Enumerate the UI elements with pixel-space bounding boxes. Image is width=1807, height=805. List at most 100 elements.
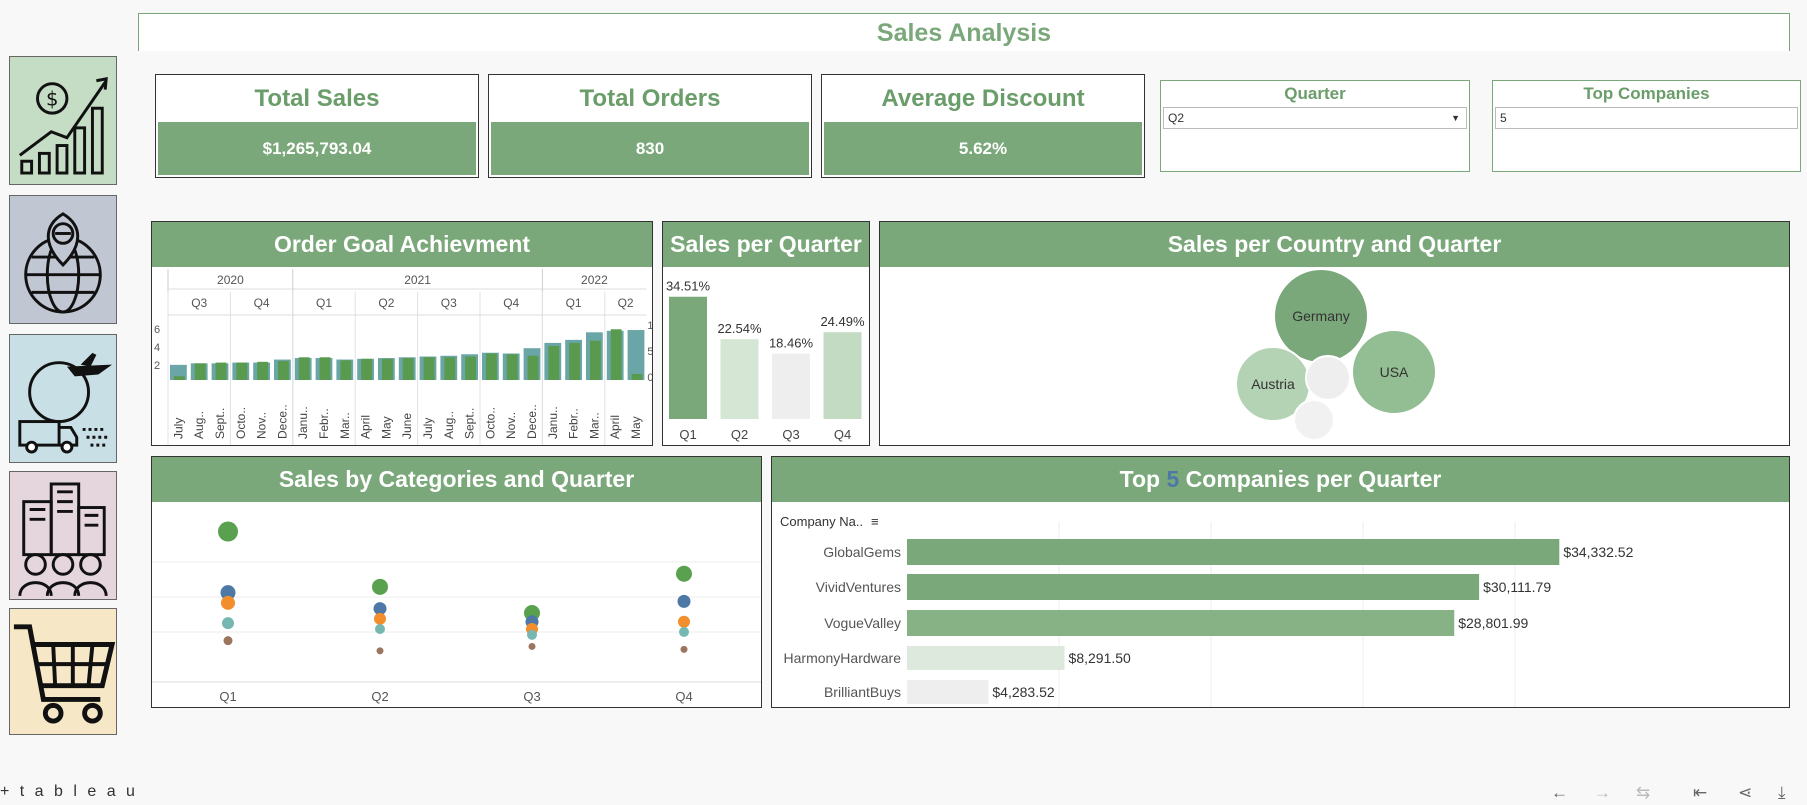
nav-shipping-button[interactable] (9, 334, 117, 463)
category-axis-label: Q2 (371, 689, 388, 704)
nav-country-button[interactable] (9, 195, 117, 324)
y-tick-label: 1 (647, 320, 652, 332)
goal-bar (627, 330, 645, 380)
orders-bar (215, 362, 227, 380)
kpi-total-sales-label: Total Sales (254, 85, 380, 112)
kpi-total-orders-label: Total Orders (579, 85, 721, 112)
sales-categories-chart: Q1 Q2 Q3 Q4 (152, 521, 761, 704)
top-companies-chart: Company Na.. ≡ GlobalGems $34,332.52 VividVe… (780, 514, 1634, 707)
category-axis-label: Q4 (675, 689, 692, 704)
order-goal-title: Order Goal Achievment (152, 222, 652, 267)
company-bar (907, 610, 1455, 636)
y-tick-label: 2 (154, 360, 160, 372)
sales-country-panel: Sales per Country and Quarter Germany USA… (879, 221, 1790, 446)
month-label: June (400, 413, 414, 439)
month-label: April (359, 415, 373, 439)
nav-sales-button[interactable]: $ (9, 56, 117, 185)
orders-bar (610, 329, 622, 380)
month-label: May (379, 416, 393, 439)
category-dot (218, 521, 238, 542)
revert-icon[interactable]: ⇆ (1636, 783, 1650, 803)
month-label: May (629, 416, 643, 439)
orders-bar (569, 342, 580, 380)
nav-companies-button[interactable] (9, 471, 117, 600)
quarter-bar (772, 353, 810, 419)
category-dot (678, 615, 690, 628)
orders-bar (257, 361, 268, 380)
y-tick-label: 0 (647, 372, 652, 384)
redo-icon[interactable]: → (1594, 783, 1611, 803)
tableau-toolbar: + t a b l e a u ← → ⇆ ⇤ ⋖ ⤓ (0, 780, 1807, 805)
quarter-bar (669, 296, 707, 419)
month-label: April (608, 415, 622, 439)
sales-quarter-title: Sales per Quarter (663, 222, 869, 267)
month-label: Mar.. (338, 412, 352, 439)
month-label: Dece.. (525, 404, 539, 439)
company-value-label: $4,283.52 (992, 684, 1054, 700)
category-dot (223, 636, 233, 646)
quarter-label: Q1 (316, 296, 332, 310)
top-companies-filter: Top Companies 5 (1492, 80, 1801, 172)
orders-bar (174, 376, 185, 380)
y-tick-label: 4 (154, 342, 160, 354)
top-companies-title-prefix: Top (1119, 466, 1167, 492)
company-name-label: HarmonyHardware (784, 650, 902, 666)
company-bar (907, 574, 1480, 600)
order-goal-chart: 2020 2021 2022 Q3 Q4 Q1 Q2 Q3 Q4 Q1 Q2 6 4 2 1 5 0 July Au… (154, 269, 652, 445)
country-bubble (1293, 399, 1335, 441)
month-label: Janu.. (296, 406, 310, 439)
sort-icon: ≡ (871, 514, 879, 529)
category-dot (680, 645, 688, 653)
quarter-label: Q3 (441, 296, 457, 310)
quarter-axis-label: Q2 (731, 427, 748, 442)
globe-location-icon (24, 212, 102, 314)
kpi-average-discount-value: 5.62% (824, 122, 1142, 175)
country-bubble-label: Austria (1251, 376, 1295, 392)
reset-icon[interactable]: ⇤ (1693, 783, 1707, 803)
sales-quarter-panel: Sales per Quarter 34.51% Q1 22.54% Q2 18.46%… (662, 221, 870, 446)
company-name-label: VogueValley (824, 615, 901, 631)
top-companies-input[interactable]: 5 (1495, 107, 1798, 129)
svg-text:$: $ (46, 87, 58, 110)
quarter-value-label: 18.46% (769, 336, 814, 351)
chevron-down-icon[interactable]: ▼ (1451, 108, 1460, 128)
orders-bar (402, 358, 414, 380)
kpi-average-discount: Average Discount 5.62% (821, 74, 1145, 178)
kpi-total-orders: Total Orders 830 (488, 74, 812, 178)
quarter-dropdown[interactable]: Q2 ▼ (1163, 107, 1467, 129)
orders-bar (527, 355, 539, 380)
orders-bar (506, 354, 518, 380)
orders-bar (423, 357, 435, 380)
category-axis-label: Q1 (219, 689, 236, 704)
undo-icon[interactable]: ← (1551, 783, 1568, 803)
category-dot (372, 578, 388, 595)
month-label: Febr.. (317, 408, 331, 439)
kpi-average-discount-label: Average Discount (881, 85, 1085, 112)
company-bar (907, 680, 989, 704)
orders-bar (340, 360, 352, 380)
share-icon[interactable]: ⋖ (1738, 783, 1752, 803)
nav-categories-button[interactable] (9, 608, 117, 735)
category-dot (527, 629, 537, 640)
category-axis-label: Q3 (523, 689, 540, 704)
category-dot (375, 624, 385, 634)
tableau-logo[interactable]: + t a b l e a u (0, 783, 138, 801)
quarter-label: Q3 (191, 296, 207, 310)
sales-country-chart: Germany USA Austria (1235, 268, 1437, 441)
quarter-filter: Quarter Q2 ▼ (1160, 80, 1470, 172)
y-tick-label: 5 (647, 346, 652, 358)
quarter-label: Q2 (618, 296, 634, 310)
category-dot (676, 565, 692, 582)
month-label: July (421, 418, 435, 439)
download-icon[interactable]: ⤓ (1778, 783, 1786, 803)
orders-bar (548, 345, 560, 380)
kpi-total-orders-value: 830 (491, 122, 809, 175)
year-label: 2021 (404, 273, 431, 287)
dashboard-title: Sales Analysis (138, 13, 1790, 51)
company-bar (907, 539, 1560, 565)
kpi-total-sales: Total Sales $1,265,793.04 (155, 74, 479, 178)
month-label: Mar.. (587, 412, 601, 439)
sales-categories-panel: Sales by Categories and Quarter Q1 Q2 Q3 Q4 (151, 456, 762, 708)
sales-growth-icon: $ (18, 76, 108, 175)
month-label: Janu.. (546, 406, 560, 439)
